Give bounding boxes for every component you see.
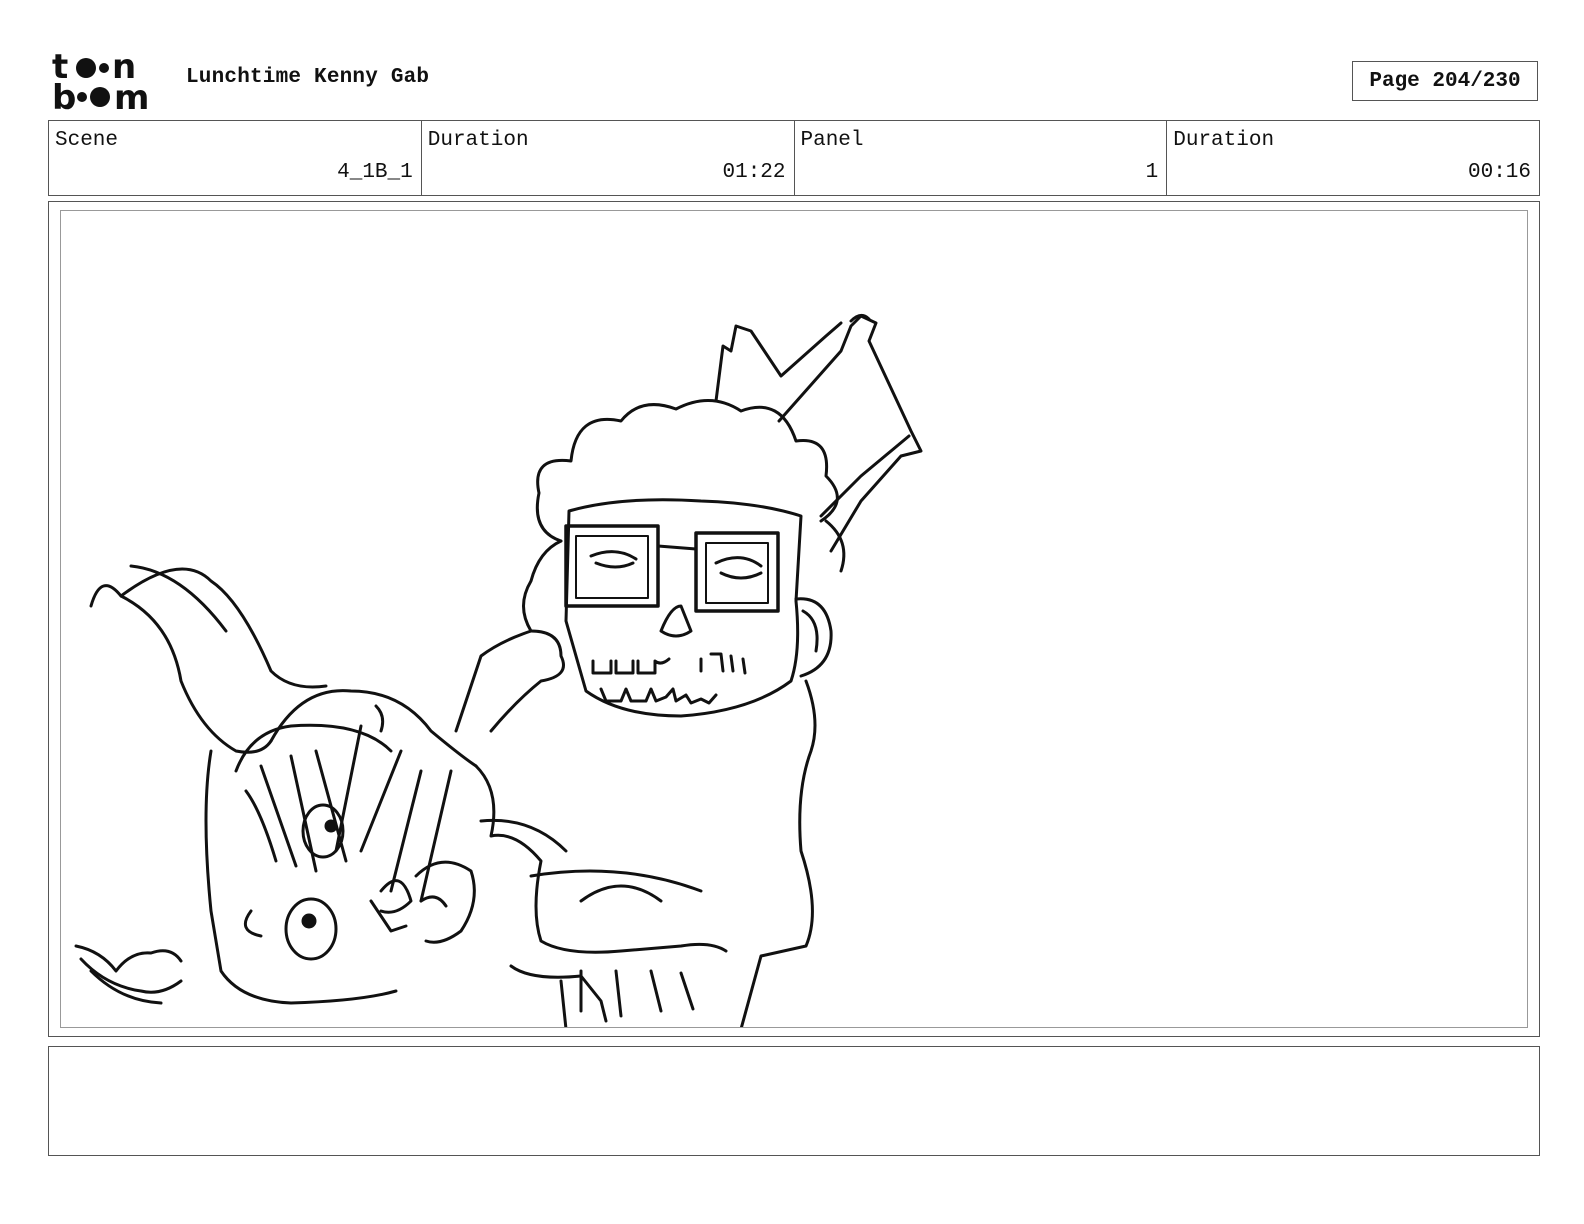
panel-duration-cell: Duration 00:16 <box>1167 121 1539 195</box>
storyboard-sketch <box>74 314 923 1027</box>
toon-boom-logo: t n b m <box>52 47 164 118</box>
scene-duration-label: Duration <box>427 129 529 152</box>
page-indicator: Page 204/230 <box>1352 61 1538 101</box>
panel-duration-label: Duration <box>1173 129 1275 152</box>
scene-duration-cell: Duration 01:22 <box>422 121 795 195</box>
project-title: Lunchtime Kenny Gab <box>186 66 430 89</box>
panel-value: 1 <box>1145 161 1159 184</box>
svg-text:m: m <box>114 78 149 112</box>
panel-duration-value: 00:16 <box>1467 161 1531 184</box>
page-indicator-text: Page 204/230 <box>1369 69 1521 93</box>
panel-frame <box>60 210 1528 1028</box>
scene-label: Scene <box>55 129 119 152</box>
logo-graphic: t n b m <box>52 47 149 118</box>
scene-cell: Scene 4_1B_1 <box>49 121 422 195</box>
notes-box[interactable] <box>48 1046 1540 1156</box>
scene-duration-value: 01:22 <box>722 161 786 184</box>
svg-text:b: b <box>52 78 76 112</box>
scene-value: 4_1B_1 <box>337 161 413 184</box>
scene-info-table: Scene 4_1B_1 Duration 01:22 Panel 1 Dura… <box>48 120 1540 196</box>
panel-cell: Panel 1 <box>795 121 1168 195</box>
panel-label: Panel <box>800 129 864 152</box>
